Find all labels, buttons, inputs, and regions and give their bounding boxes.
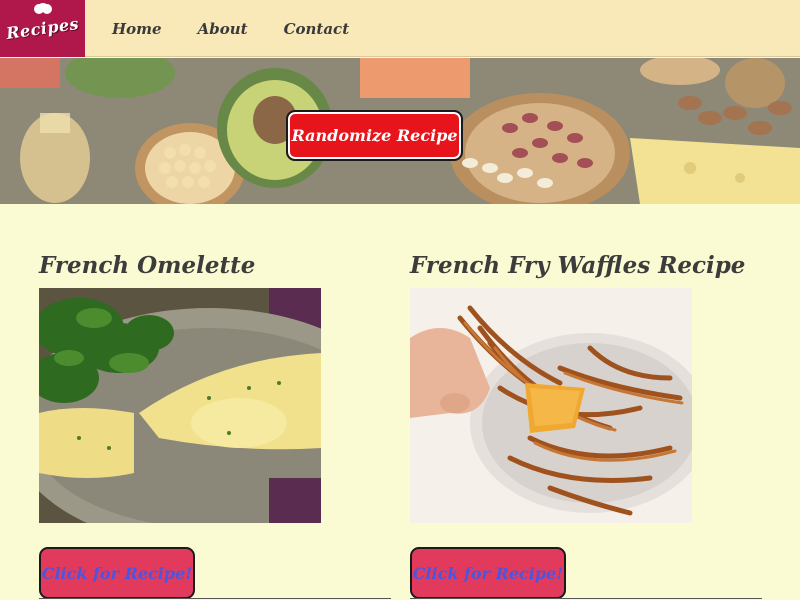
recipe-title: French Omelette [39, 252, 256, 279]
nav-link-about[interactable]: About [198, 20, 248, 38]
nav-link-contact[interactable]: Contact [284, 20, 350, 38]
card-divider [39, 598, 391, 599]
nav-link-home[interactable]: Home [112, 20, 162, 38]
logo[interactable]: Recipes [0, 0, 85, 57]
recipe-image-french-fry-waffles[interactable] [410, 288, 692, 523]
chef-hat-icon [34, 3, 52, 14]
nav-links: Home About Contact [112, 0, 385, 57]
hero-banner: Randomize Recipe [0, 58, 800, 204]
recipe-card-omelette: French Omelette Click for Recipe! [39, 248, 391, 599]
navbar: Recipes Home About Contact [0, 0, 800, 57]
recipe-card-french-fry-waffles: French Fry Waffles Recipe Click for Reci… [410, 248, 762, 599]
logo-text: Recipes [4, 14, 81, 43]
recipe-button[interactable]: Click for Recipe! [410, 547, 566, 599]
recipe-title: French Fry Waffles Recipe [410, 252, 746, 279]
randomize-recipe-button[interactable]: Randomize Recipe [286, 110, 463, 161]
recipe-button[interactable]: Click for Recipe! [39, 547, 195, 599]
card-divider [410, 598, 762, 599]
recipe-image-omelette[interactable] [39, 288, 321, 523]
omelette-photo [39, 288, 321, 523]
waffles-photo [410, 288, 692, 523]
